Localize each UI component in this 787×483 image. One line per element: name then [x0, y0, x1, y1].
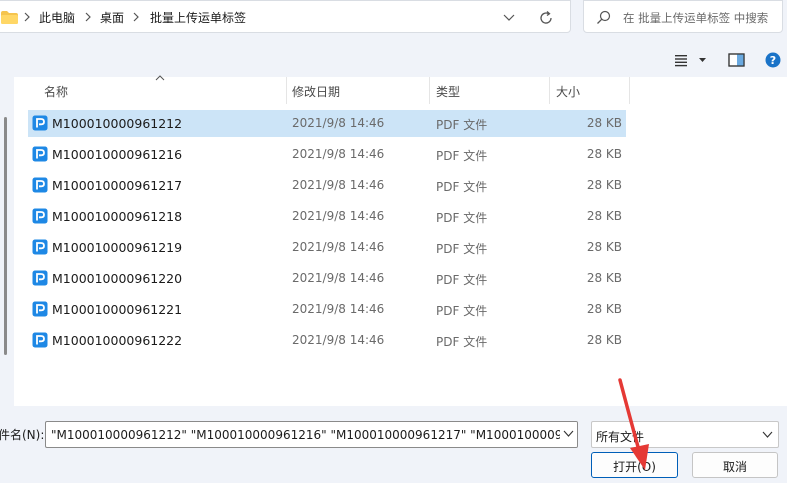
- file-type: PDF 文件: [436, 335, 488, 349]
- file-name: M100010000961218: [52, 209, 183, 224]
- column-divider[interactable]: [429, 77, 430, 104]
- sort-ascending-icon: [155, 75, 165, 81]
- file-type: PDF 文件: [436, 180, 488, 194]
- file-name: M100010000961222: [52, 333, 183, 348]
- file-name: M100010000961219: [52, 240, 183, 255]
- file-size: 28 KB: [586, 147, 622, 161]
- chevron-right-icon: [85, 12, 91, 22]
- pdf-file-icon: [32, 332, 48, 348]
- file-size: 28 KB: [586, 271, 622, 285]
- preview-pane-icon[interactable]: [728, 52, 746, 68]
- pdf-file-icon: [32, 239, 48, 255]
- file-row[interactable]: M100010000961219 2021/9/8 14:46 PDF 文件 28 K…: [28, 234, 626, 261]
- file-row[interactable]: M100010000961216 2021/9/8 14:46 PDF 文件 28 K…: [28, 141, 626, 168]
- file-size: 28 KB: [586, 178, 622, 192]
- pdf-file-icon: [32, 146, 48, 162]
- file-size: 28 KB: [586, 302, 622, 316]
- file-row[interactable]: M100010000961212 2021/9/8 14:46 PDF 文件 28 K…: [28, 110, 626, 137]
- file-size: 28 KB: [586, 209, 622, 223]
- file-row[interactable]: M100010000961222 2021/9/8 14:46 PDF 文件 28 K…: [28, 327, 626, 354]
- chevron-down-icon[interactable]: [502, 11, 516, 23]
- filename-label: 件名(N):: [0, 428, 45, 442]
- column-divider[interactable]: [549, 77, 550, 104]
- column-header-name[interactable]: 名称: [44, 77, 68, 104]
- filename-value: "M100010000961212" "M100010000961216" "M…: [51, 428, 578, 442]
- chevron-right-icon: [133, 12, 139, 22]
- file-row[interactable]: M100010000961217 2021/9/8 14:46 PDF 文件 28 K…: [28, 172, 626, 199]
- chevron-down-icon: [762, 431, 773, 438]
- file-date: 2021/9/8 14:46: [292, 271, 385, 285]
- column-header-type[interactable]: 类型: [436, 77, 460, 104]
- filename-input[interactable]: "M100010000961212" "M100010000961216" "M…: [45, 421, 578, 448]
- file-date: 2021/9/8 14:46: [292, 147, 385, 161]
- column-divider[interactable]: [286, 77, 287, 104]
- search-icon: [597, 10, 611, 24]
- file-row[interactable]: M100010000961221 2021/9/8 14:46 PDF 文件 28 K…: [28, 296, 626, 323]
- file-type: PDF 文件: [436, 242, 488, 256]
- breadcrumb-current-folder[interactable]: 批量上传运单标签: [150, 9, 246, 26]
- chevron-down-icon: [563, 430, 574, 437]
- refresh-icon[interactable]: [537, 9, 555, 27]
- column-divider[interactable]: [629, 77, 630, 104]
- pdf-file-icon: [32, 177, 48, 193]
- address-bar[interactable]: 此电脑 桌面 批量上传运单标签: [0, 0, 571, 33]
- breadcrumb-this-pc[interactable]: 此电脑: [39, 9, 75, 26]
- cancel-button[interactable]: 取消: [692, 452, 778, 478]
- file-row[interactable]: M100010000961220 2021/9/8 14:46 PDF 文件 28 K…: [28, 265, 626, 292]
- pdf-file-icon: [32, 208, 48, 224]
- file-size: 28 KB: [586, 333, 622, 347]
- svg-text:?: ?: [770, 54, 776, 67]
- column-header-date[interactable]: 修改日期: [292, 77, 340, 104]
- search-input[interactable]: 在 批量上传运单标签 中搜索: [583, 0, 783, 33]
- file-date: 2021/9/8 14:46: [292, 333, 385, 347]
- search-placeholder: 在 批量上传运单标签 中搜索: [623, 11, 769, 25]
- file-size: 28 KB: [586, 240, 622, 254]
- file-name: M100010000961217: [52, 178, 183, 193]
- file-size: 28 KB: [586, 116, 622, 130]
- chevron-right-icon: [24, 12, 30, 22]
- file-type: PDF 文件: [436, 273, 488, 287]
- annotation-arrow-icon: [618, 378, 649, 470]
- file-type: PDF 文件: [436, 211, 488, 225]
- file-date: 2021/9/8 14:46: [292, 209, 385, 223]
- file-date: 2021/9/8 14:46: [292, 178, 385, 192]
- file-name: M100010000961221: [52, 302, 183, 317]
- file-type: PDF 文件: [436, 118, 488, 132]
- file-type: PDF 文件: [436, 304, 488, 318]
- file-name: M100010000961216: [52, 147, 183, 162]
- vertical-scrollbar[interactable]: [4, 117, 7, 355]
- file-type: PDF 文件: [436, 149, 488, 163]
- help-icon[interactable]: ?: [765, 52, 781, 68]
- folder-icon: [1, 11, 18, 24]
- file-name: M100010000961212: [52, 116, 183, 131]
- file-name: M100010000961220: [52, 271, 183, 286]
- pdf-file-icon: [32, 270, 48, 286]
- filename-history-dropdown[interactable]: [560, 422, 577, 447]
- file-row[interactable]: M100010000961218 2021/9/8 14:46 PDF 文件 28 K…: [28, 203, 626, 230]
- file-date: 2021/9/8 14:46: [292, 240, 385, 254]
- pdf-file-icon: [32, 115, 48, 131]
- list-view-icon[interactable]: [673, 52, 711, 68]
- breadcrumb-desktop[interactable]: 桌面: [100, 9, 124, 26]
- file-date: 2021/9/8 14:46: [292, 302, 385, 316]
- column-header-size[interactable]: 大小: [556, 77, 580, 104]
- file-date: 2021/9/8 14:46: [292, 116, 385, 130]
- pdf-file-icon: [32, 301, 48, 317]
